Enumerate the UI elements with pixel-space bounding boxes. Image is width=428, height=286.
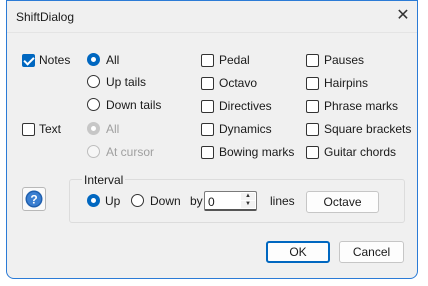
interval-up-radio[interactable] bbox=[87, 194, 100, 207]
pauses-label: Pauses bbox=[324, 53, 365, 67]
square-brackets-label: Square brackets bbox=[324, 122, 412, 136]
interval-down-radio[interactable] bbox=[131, 194, 144, 207]
by-label: by bbox=[190, 194, 203, 208]
interval-down-label: Down bbox=[150, 194, 181, 208]
hairpins-label: Hairpins bbox=[324, 76, 369, 90]
octave-button[interactable]: Octave bbox=[306, 191, 379, 213]
text-all-label: All bbox=[106, 122, 120, 136]
close-icon[interactable]: ✕ bbox=[389, 1, 417, 31]
title-bar: ShiftDialog ✕ bbox=[7, 1, 417, 33]
interval-up-label: Up bbox=[105, 194, 121, 208]
spin-up-arrow-icon[interactable]: ▲ bbox=[241, 193, 255, 200]
notes-checkbox[interactable] bbox=[22, 54, 35, 67]
directives-checkbox[interactable] bbox=[201, 100, 214, 113]
notes-up-tails-radio[interactable] bbox=[87, 75, 100, 88]
interval-value[interactable]: 0 bbox=[208, 195, 215, 209]
svg-text:?: ? bbox=[30, 193, 37, 207]
directives-label: Directives bbox=[219, 99, 272, 113]
notes-label: Notes bbox=[39, 53, 71, 67]
phrase-marks-label: Phrase marks bbox=[324, 99, 399, 113]
pauses-checkbox[interactable] bbox=[306, 54, 319, 67]
text-label: Text bbox=[39, 122, 62, 136]
bowing-marks-checkbox[interactable] bbox=[201, 146, 214, 159]
hairpins-checkbox[interactable] bbox=[306, 77, 319, 90]
dynamics-checkbox[interactable] bbox=[201, 123, 214, 136]
dynamics-label: Dynamics bbox=[219, 122, 272, 136]
square-brackets-checkbox[interactable] bbox=[306, 123, 319, 136]
cancel-button[interactable]: Cancel bbox=[339, 241, 404, 263]
text-at-cursor-label: At cursor bbox=[106, 145, 155, 159]
notes-down-tails-radio[interactable] bbox=[87, 98, 100, 111]
octavo-checkbox[interactable] bbox=[201, 77, 214, 90]
spin-buttons: ▲ ▼ bbox=[241, 193, 255, 208]
text-at-cursor-radio[interactable] bbox=[87, 145, 100, 158]
interval-group-label: Interval bbox=[82, 173, 126, 187]
phrase-marks-checkbox[interactable] bbox=[306, 100, 319, 113]
interval-spinbox[interactable]: 0 ▲ ▼ bbox=[204, 191, 257, 211]
ok-button[interactable]: OK bbox=[266, 241, 330, 263]
guitar-chords-label: Guitar chords bbox=[324, 145, 397, 159]
pedal-checkbox[interactable] bbox=[201, 54, 214, 67]
help-button[interactable]: ? bbox=[22, 187, 46, 211]
lines-label: lines bbox=[270, 194, 295, 208]
guitar-chords-checkbox[interactable] bbox=[306, 146, 319, 159]
text-all-radio[interactable] bbox=[87, 122, 100, 135]
notes-all-label: All bbox=[106, 53, 120, 67]
help-icon: ? bbox=[25, 190, 43, 208]
notes-up-tails-label: Up tails bbox=[106, 75, 147, 89]
notes-all-radio[interactable] bbox=[87, 53, 100, 66]
notes-down-tails-label: Down tails bbox=[106, 98, 162, 112]
octavo-label: Octavo bbox=[219, 76, 258, 90]
text-checkbox[interactable] bbox=[22, 123, 35, 136]
shift-dialog-window: ShiftDialog ✕ bbox=[6, 0, 418, 279]
spin-down-arrow-icon[interactable]: ▼ bbox=[241, 201, 255, 208]
bowing-marks-label: Bowing marks bbox=[219, 145, 295, 159]
pedal-label: Pedal bbox=[219, 53, 250, 67]
window-title: ShiftDialog bbox=[16, 10, 75, 24]
